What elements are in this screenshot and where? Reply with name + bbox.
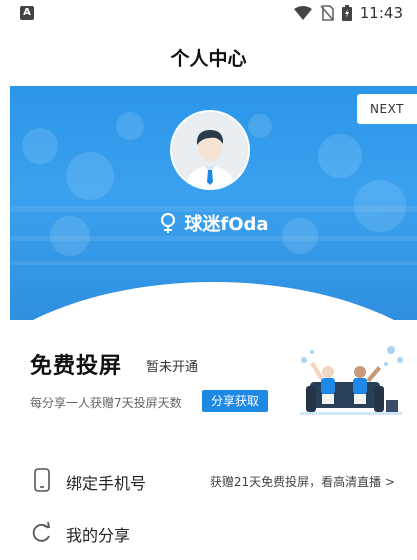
username: 球迷fOda: [184, 214, 269, 235]
status-time: 11:43: [359, 4, 403, 22]
default-male-avatar-icon: [172, 112, 248, 188]
bind-phone-label: 绑定手机号: [66, 474, 147, 493]
promo-description: 每分享一人获赠7天投屏天数: [30, 396, 182, 410]
status-bar: A 11:43: [0, 0, 417, 26]
free-cast-promo: 免费投屏 暂未开通 每分享一人获赠7天投屏天数 分享获取: [30, 338, 410, 428]
phone-icon: [34, 468, 50, 492]
my-share-label: 我的分享: [66, 526, 131, 545]
list-item-my-share[interactable]: 我的分享: [0, 510, 417, 554]
refresh-share-icon: [32, 521, 51, 542]
fans-on-sofa-illustration: [300, 346, 403, 415]
list-item-bind-phone[interactable]: 绑定手机号 获赠21天免费投屏，看高清直播 >: [0, 458, 417, 502]
promo-title: 免费投屏: [30, 354, 123, 379]
no-sim-icon: [320, 5, 334, 21]
share-get-button[interactable]: 分享获取: [202, 390, 268, 412]
bind-phone-hint: 获赠21天免费投屏，看高清直播 >: [209, 475, 395, 489]
status-icons: 11:43: [293, 3, 403, 23]
female-symbol-icon: [161, 213, 176, 233]
avatar[interactable]: [170, 110, 250, 190]
profile-banner: NEXT 球迷fOda: [10, 86, 417, 320]
page-title: 个人中心: [170, 48, 247, 70]
username-row: 球迷fOda: [10, 210, 417, 236]
notification-a-icon: A: [20, 6, 34, 20]
next-button[interactable]: NEXT: [357, 94, 417, 124]
wifi-icon: [293, 6, 312, 20]
title-bar: 个人中心: [0, 26, 417, 86]
battery-charging-icon: [341, 5, 352, 21]
promo-status: 暂未开通: [146, 360, 199, 375]
